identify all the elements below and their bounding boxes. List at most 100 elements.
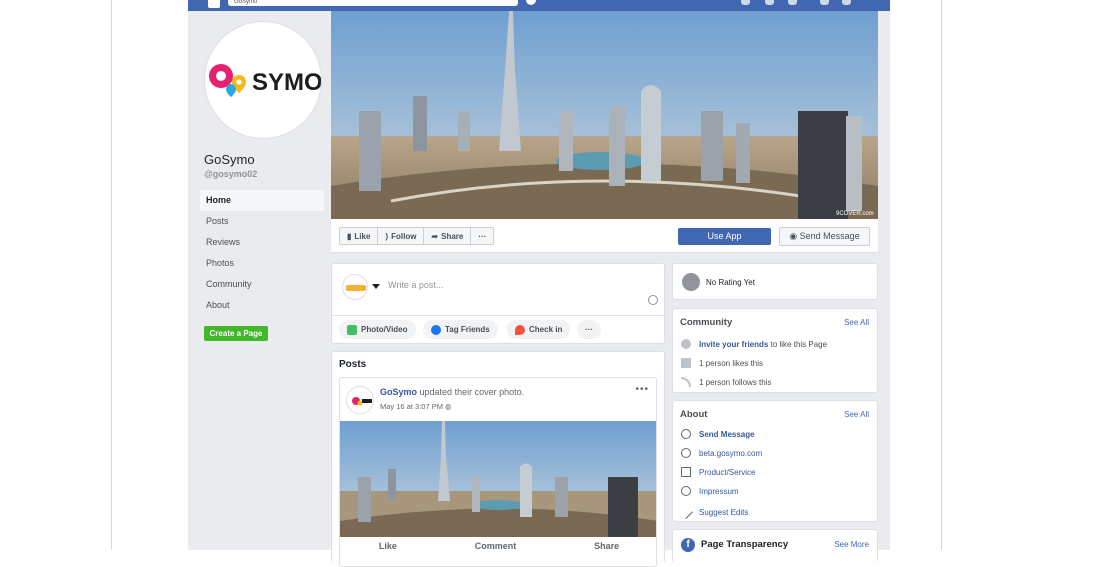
post-options-button[interactable]: •••	[635, 384, 649, 395]
invite-friends-link[interactable]: Invite your friends	[699, 340, 768, 349]
transparency-see-more-link[interactable]: See More	[834, 540, 869, 549]
facebook-logo-icon[interactable]	[208, 0, 220, 8]
tag-friends-label: Tag Friends	[445, 325, 490, 334]
follows-count-text: 1 person follows this	[699, 377, 772, 387]
post-author-avatar[interactable]	[346, 386, 374, 414]
page-handle: @gosymo02	[204, 169, 258, 179]
search-button[interactable]	[526, 0, 536, 5]
profile-picture[interactable]: SYMO	[204, 21, 322, 139]
like-page-button[interactable]: ▮ Like	[340, 228, 379, 244]
frame-border-left	[111, 0, 112, 550]
share-page-button[interactable]: ➦ Share	[424, 228, 472, 244]
messenger-icon	[681, 429, 691, 439]
city-skyline-image-small	[340, 421, 656, 537]
frame-border-right	[941, 0, 942, 550]
send-message-label: Send Message	[799, 231, 860, 241]
rss-icon: )	[385, 231, 389, 241]
facebook-topbar: GoSymo	[188, 0, 890, 11]
post-header: GoSymo updated their cover photo.	[380, 387, 524, 397]
website-link[interactable]: beta.gosymo.com	[699, 449, 762, 458]
gosymo-logo: SYMO	[209, 64, 322, 97]
send-message-button[interactable]: ◉ Send Message	[779, 227, 870, 246]
nav-item-reviews[interactable]: Reviews	[200, 232, 324, 253]
posts-section: Posts GoSymo updated their cover photo. …	[331, 351, 665, 567]
left-sidebar: SYMO GoSymo @gosymo02 Home Posts Reviews…	[188, 11, 331, 550]
share-arrow-icon: ➦	[431, 231, 439, 241]
composer-divider	[332, 315, 664, 316]
rating-text: No Rating Yet	[706, 278, 755, 287]
thumbs-up-icon: ▮	[347, 231, 352, 241]
photo-video-button[interactable]: Photo/Video	[339, 320, 416, 339]
suggest-edits-row: Suggest Edits	[678, 504, 748, 520]
help-icon[interactable]	[820, 0, 829, 5]
rating-card: No Rating Yet	[672, 263, 878, 300]
create-page-button[interactable]: Create a Page	[204, 326, 268, 341]
feed-post: GoSymo updated their cover photo. May 16…	[339, 377, 657, 567]
page-action-buttons: ▮ Like ) Follow ➦ Share ···	[339, 227, 495, 245]
post-timestamp[interactable]: May 16 at 3:07 PM ◍	[380, 402, 452, 411]
notifications-icon[interactable]	[788, 0, 797, 5]
composer-avatar[interactable]	[342, 274, 368, 300]
nav-item-photos[interactable]: Photos	[200, 253, 324, 274]
composer-more-button[interactable]: ···	[577, 320, 601, 339]
avatar-image	[346, 285, 366, 291]
friend-requests-icon[interactable]	[741, 0, 750, 5]
about-send-message-row: Send Message	[681, 429, 755, 439]
chevron-down-icon[interactable]	[372, 284, 380, 289]
likes-row: 1 person likes this	[681, 358, 763, 368]
tag-friends-button[interactable]: Tag Friends	[423, 320, 498, 339]
globe-icon: ◍	[445, 402, 452, 411]
use-app-button[interactable]: Use App	[678, 228, 771, 245]
folder-icon	[681, 467, 691, 477]
follow-label: Follow	[391, 231, 417, 241]
community-see-all-link[interactable]: See All	[844, 318, 869, 327]
city-skyline-image: 9COVER.com	[331, 11, 878, 219]
write-post-input[interactable]: Write a post...	[388, 280, 443, 290]
post-time-label: May 16 at 3:07 PM	[380, 402, 443, 411]
page-name[interactable]: GoSymo	[204, 152, 255, 167]
search-input[interactable]: GoSymo	[228, 0, 518, 6]
emoji-icon[interactable]	[648, 295, 658, 305]
rating-icon	[682, 273, 700, 291]
cover-photo[interactable]: 9COVER.com	[331, 11, 878, 219]
nav-item-home[interactable]: Home	[200, 190, 324, 211]
location-pin-icon	[515, 324, 525, 335]
impressum-row: Impressum	[681, 486, 739, 496]
post-composer: Write a post... Photo/Video Tag Friends …	[331, 263, 665, 344]
account-menu-icon[interactable]	[842, 0, 851, 5]
check-in-label: Check in	[529, 325, 563, 334]
category-row: Product/Service	[681, 467, 755, 477]
impressum-link[interactable]: Impressum	[699, 487, 739, 496]
tag-friends-icon	[431, 324, 441, 335]
rss-icon	[681, 377, 691, 387]
globe-icon	[681, 448, 691, 458]
cover-watermark: 9COVER.com	[836, 211, 874, 217]
share-label: Share	[441, 231, 464, 241]
page-action-bar: ▮ Like ) Follow ➦ Share ··· Use App ◉ Send …	[331, 219, 878, 253]
pencil-icon	[678, 504, 694, 520]
photo-video-label: Photo/Video	[361, 325, 408, 334]
photo-icon	[347, 324, 357, 335]
nav-item-posts[interactable]: Posts	[200, 211, 324, 232]
post-cover-image[interactable]	[340, 421, 656, 537]
about-see-all-link[interactable]: See All	[844, 410, 869, 419]
post-author-link[interactable]: GoSymo	[380, 387, 417, 397]
invite-friends-row: Invite your friends to like this Page	[681, 339, 827, 349]
suggest-edits-link[interactable]: Suggest Edits	[699, 508, 748, 517]
messenger-icon[interactable]	[765, 0, 774, 5]
invite-friends-text: to like this Page	[770, 339, 828, 349]
follow-page-button[interactable]: ) Follow	[378, 228, 425, 244]
posts-heading: Posts	[339, 359, 367, 370]
more-options-button[interactable]: ···	[471, 228, 493, 244]
nav-item-community[interactable]: Community	[200, 274, 324, 295]
check-in-button[interactable]: Check in	[507, 320, 571, 339]
page-nav: Home Posts Reviews Photos Community Abou…	[200, 190, 324, 316]
post-action-text: updated their cover photo.	[419, 387, 525, 397]
about-send-message-link[interactable]: Send Message	[699, 430, 755, 439]
nav-item-about[interactable]: About	[200, 295, 324, 316]
about-heading: About	[680, 409, 708, 420]
logo-text: SYMO	[252, 69, 322, 96]
category-link[interactable]: Product/Service	[699, 468, 755, 477]
messenger-bubble-icon: ◉	[789, 231, 800, 241]
gosymo-logo-small	[352, 397, 372, 406]
